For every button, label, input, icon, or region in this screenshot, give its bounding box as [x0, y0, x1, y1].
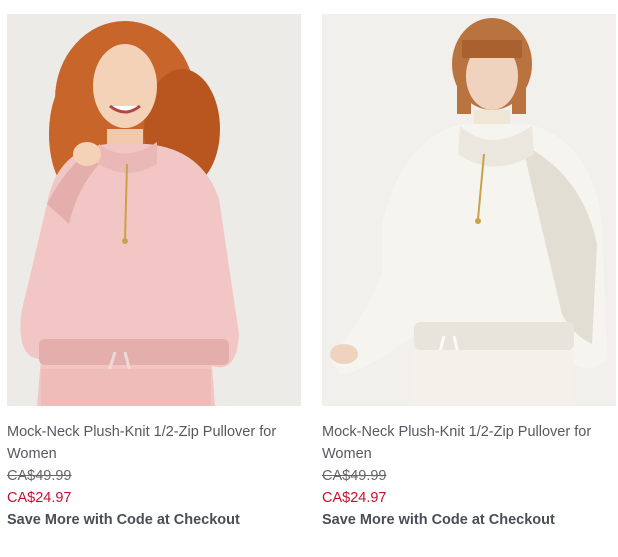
- original-price: CA$49.99: [322, 468, 387, 484]
- product-image[interactable]: [7, 14, 301, 406]
- promo-text: Save More with Code at Checkout: [322, 512, 555, 528]
- product-photo-white-pullover: [322, 14, 616, 406]
- product-photo-pink-pullover: [7, 14, 301, 406]
- product-grid: Mock-Neck Plush-Knit 1/2-Zip Pullover fo…: [0, 0, 618, 557]
- product-title[interactable]: Mock-Neck Plush-Knit 1/2-Zip Pullover fo…: [7, 421, 297, 465]
- sale-price: CA$24.97: [7, 490, 72, 506]
- original-price: CA$49.99: [7, 468, 72, 484]
- product-card[interactable]: Mock-Neck Plush-Knit 1/2-Zip Pullover fo…: [322, 14, 618, 531]
- promo-text: Save More with Code at Checkout: [7, 512, 240, 528]
- product-card[interactable]: Mock-Neck Plush-Knit 1/2-Zip Pullover fo…: [7, 14, 303, 531]
- product-image[interactable]: [322, 14, 616, 406]
- sale-price: CA$24.97: [322, 490, 387, 506]
- product-title[interactable]: Mock-Neck Plush-Knit 1/2-Zip Pullover fo…: [322, 421, 612, 465]
